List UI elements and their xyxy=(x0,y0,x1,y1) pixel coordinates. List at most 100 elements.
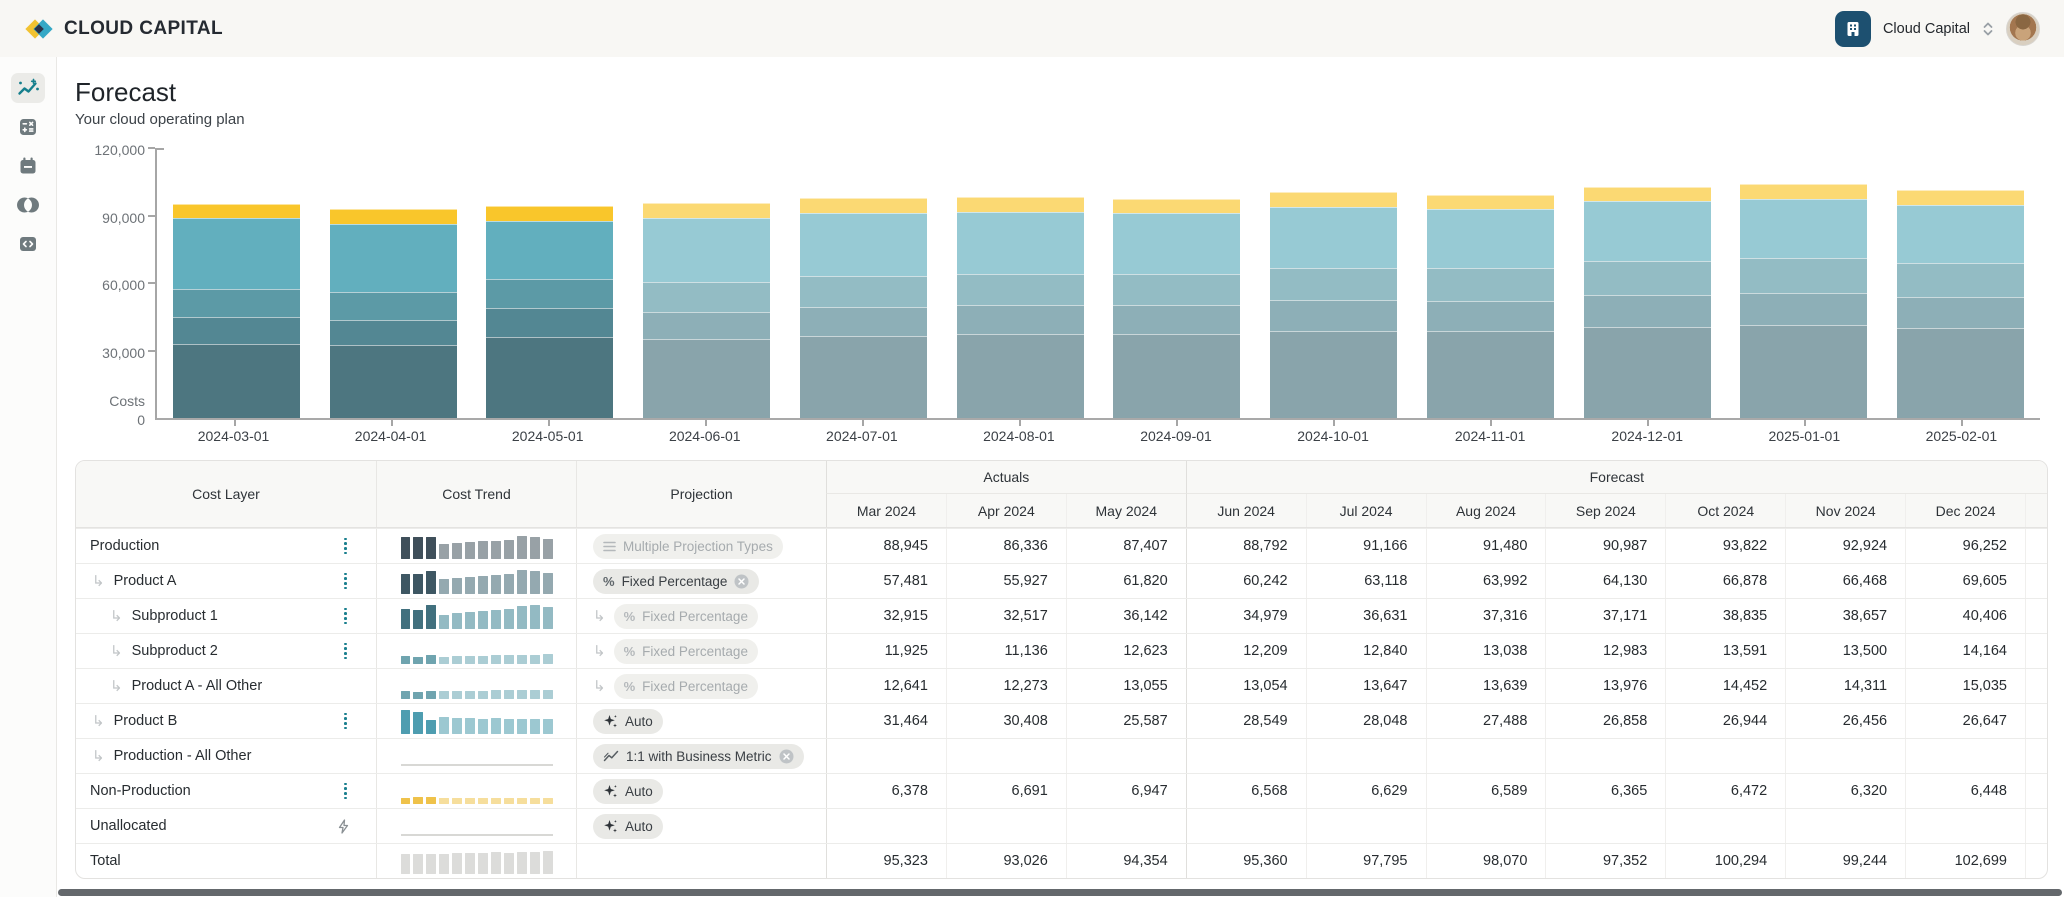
value-cell: 14,452 xyxy=(1665,669,1785,703)
trend-sparkline xyxy=(400,569,553,594)
column-header-cost-layer: Cost Layer xyxy=(192,486,260,502)
y-tick-mark xyxy=(148,214,155,217)
value-cell-partial xyxy=(2025,739,2047,773)
value-cell: 14,164 xyxy=(1905,634,2025,668)
value-cell: 15,035 xyxy=(1905,669,2025,703)
segment-subproduct-1 xyxy=(643,339,771,418)
user-avatar[interactable] xyxy=(2006,11,2040,46)
projection-pill-fixed-percentage[interactable]: % Fixed Percentage xyxy=(613,638,758,664)
segment-non-production xyxy=(643,203,771,219)
y-tick-label: 60,000 xyxy=(102,277,145,293)
segment-subproduct-2 xyxy=(1270,300,1398,331)
segment-subproduct-2 xyxy=(1426,300,1554,332)
trend-sparkline xyxy=(400,849,553,874)
group-header-forecast: Forecast xyxy=(1185,461,2047,494)
segment-product-b xyxy=(1740,198,1868,259)
bar-slot xyxy=(315,208,472,418)
x-tick-label: 2024-07-01 xyxy=(826,428,898,444)
value-cell xyxy=(1665,739,1785,773)
sidebar-item-code[interactable] xyxy=(11,229,45,259)
org-selector[interactable]: Cloud Capital xyxy=(1834,10,2040,47)
cost-trend-cell xyxy=(376,739,576,773)
value-cell: 28,048 xyxy=(1305,704,1426,738)
horizontal-scrollbar-thumb[interactable] xyxy=(58,889,2062,896)
value-cell: 13,976 xyxy=(1545,669,1665,703)
value-cell xyxy=(1425,739,1546,773)
projection-cell: Auto xyxy=(576,704,826,738)
bar-slot xyxy=(1882,190,2039,418)
stacked-bar-2025-02-01 xyxy=(1897,190,2025,418)
row-non-production: Non-Production Auto 6,378 6,691 6,947 6,568 6,… xyxy=(76,773,2047,808)
month-header-oct-2024: Oct 2024 xyxy=(1665,494,1785,527)
row-menu-kebab-icon[interactable] xyxy=(341,780,350,802)
month-header-sep-2024: Sep 2024 xyxy=(1545,494,1665,527)
bar-slot xyxy=(472,205,629,418)
value-cell: 6,589 xyxy=(1425,774,1546,808)
bar-slot xyxy=(1569,186,1726,418)
row-unallocated: Unallocated Auto xyxy=(76,808,2047,843)
value-cell: 66,878 xyxy=(1665,564,1785,598)
sparkle-icon xyxy=(603,784,618,799)
row-label: Production - All Other xyxy=(113,748,252,764)
segment-subproduct-2 xyxy=(329,319,457,345)
value-cell: 32,915 xyxy=(826,599,946,633)
x-tick-label: 2024-04-01 xyxy=(354,428,427,444)
projection-pill-auto[interactable]: Auto xyxy=(593,708,663,734)
segment-product-a-all-other xyxy=(1740,258,1868,293)
projection-pill-1-1-with-business-metric[interactable]: 1:1 with Business Metric xyxy=(593,743,804,769)
projection-pill-multiple-projection-types[interactable]: Multiple Projection Types xyxy=(593,533,783,559)
y-tick-mark xyxy=(148,282,155,284)
row-menu-kebab-icon[interactable] xyxy=(341,535,350,557)
value-cell: 12,641 xyxy=(826,669,946,703)
projection-cell: Auto xyxy=(576,774,826,808)
value-cell xyxy=(1545,739,1665,773)
y-tick-label: 120,000 xyxy=(94,142,145,158)
value-cell: 55,927 xyxy=(945,564,1066,598)
value-cell: 12,209 xyxy=(1185,634,1306,668)
remove-projection-icon[interactable] xyxy=(734,574,749,589)
remove-projection-icon[interactable] xyxy=(779,749,794,764)
projection-pill-auto[interactable]: Auto xyxy=(593,813,663,839)
value-cell: 32,517 xyxy=(945,599,1066,633)
row-menu-kebab-icon[interactable] xyxy=(341,605,350,627)
cost-trend-cell xyxy=(376,809,576,843)
sidebar-item-calculator[interactable] xyxy=(11,112,45,142)
value-cell xyxy=(1065,739,1186,773)
page-title: Forecast xyxy=(75,77,177,107)
cost-trend-cell xyxy=(376,634,576,668)
chart-bars xyxy=(157,150,2040,418)
x-tick-mark xyxy=(1175,420,1178,426)
x-tick-label: 2024-08-01 xyxy=(983,428,1055,444)
segment-subproduct-2 xyxy=(1583,295,1711,328)
value-cell: 94,354 xyxy=(1065,844,1186,878)
sidebar-item-calendar[interactable] xyxy=(11,151,45,181)
segment-product-a-all-other xyxy=(329,292,457,320)
projection-cell: ↳ % Fixed Percentage xyxy=(576,669,826,703)
sidebar-item-forecast[interactable] xyxy=(11,73,45,103)
projection-pill-fixed-percentage[interactable]: % Fixed Percentage xyxy=(613,673,758,699)
inherit-arrow-icon: ↳ xyxy=(593,678,606,695)
row-label: Production xyxy=(90,538,160,554)
value-cell: 38,657 xyxy=(1785,599,1905,633)
segment-subproduct-2 xyxy=(1897,296,2025,329)
row-menu-kebab-icon[interactable] xyxy=(341,710,350,732)
cost-trend-cell xyxy=(376,704,576,738)
row-menu-kebab-icon[interactable] xyxy=(341,640,350,662)
value-cell: 6,691 xyxy=(945,774,1066,808)
segment-product-a-all-other xyxy=(1426,268,1554,301)
value-cell-partial xyxy=(2025,809,2047,843)
segment-product-b xyxy=(799,212,927,277)
trend-sparkline xyxy=(400,674,553,699)
value-cell: 63,118 xyxy=(1305,564,1426,598)
chevron-up-down-icon[interactable] xyxy=(1982,21,1994,37)
row-menu-kebab-icon[interactable] xyxy=(341,570,350,592)
projection-pill-label: Fixed Percentage xyxy=(642,608,748,624)
chart-plot xyxy=(148,147,2040,426)
cost-trend-cell xyxy=(376,669,576,703)
sidebar-item-overlap[interactable] xyxy=(11,190,45,220)
code-icon xyxy=(18,234,38,254)
y-tick-label: 0 xyxy=(137,412,145,428)
projection-pill-fixed-percentage[interactable]: % Fixed Percentage xyxy=(613,603,758,629)
projection-pill-auto[interactable]: Auto xyxy=(593,778,663,804)
projection-pill-fixed-percentage[interactable]: % Fixed Percentage xyxy=(593,568,760,594)
